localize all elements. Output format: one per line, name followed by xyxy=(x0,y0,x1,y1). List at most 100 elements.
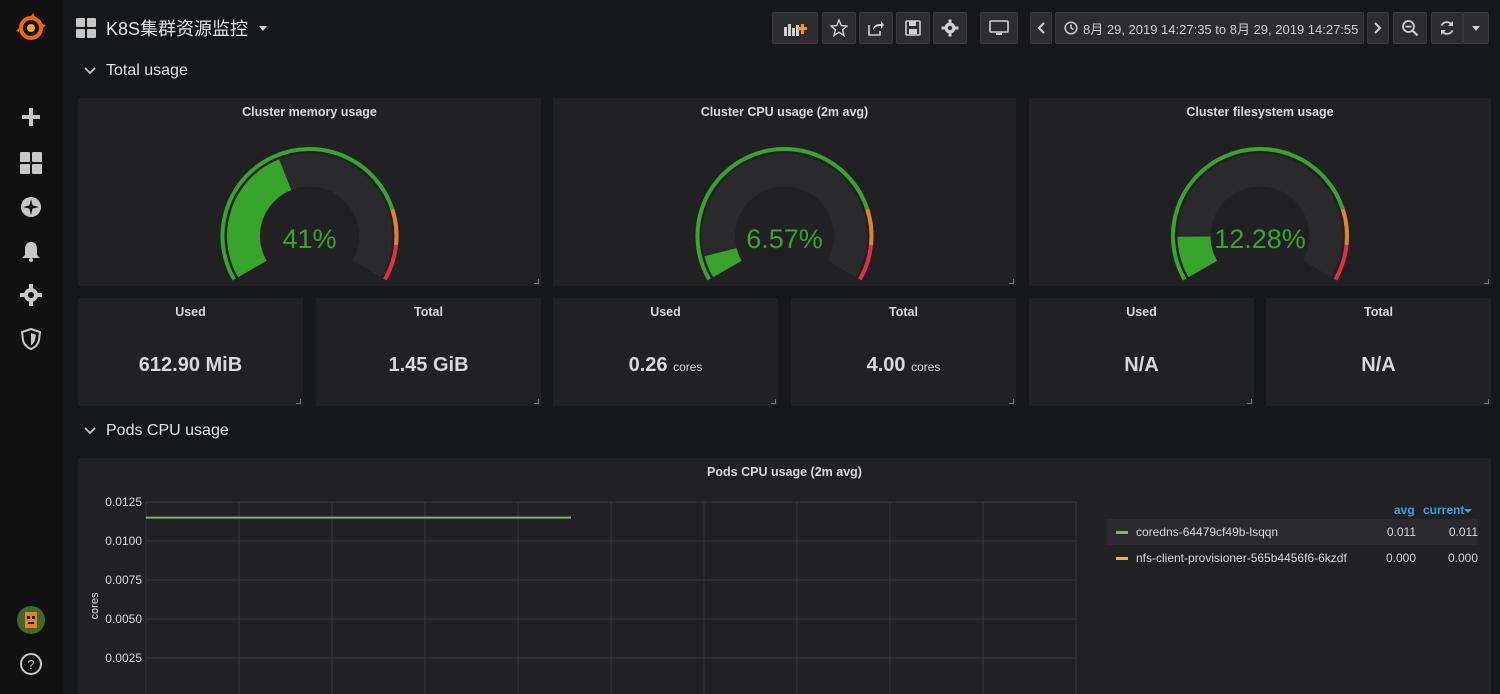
settings-button[interactable] xyxy=(933,12,967,44)
panel-memory-total[interactable]: Total 1.45 GiB xyxy=(316,298,541,406)
alerting-bell-icon[interactable] xyxy=(0,231,62,271)
time-back-button[interactable] xyxy=(1030,12,1052,44)
panel-title: Used xyxy=(650,305,681,319)
legend-swatch xyxy=(1116,530,1128,534)
gauge-value-text: 41% xyxy=(282,224,336,254)
cycle-view-mode-button[interactable] xyxy=(980,12,1018,44)
legend-header-avg[interactable]: avg xyxy=(1394,503,1415,517)
gauge-threshold-orange xyxy=(1340,208,1349,246)
resize-handle[interactable] xyxy=(534,279,539,284)
legend-avg-value: 0.000 xyxy=(1385,551,1416,565)
resize-handle[interactable] xyxy=(534,399,539,404)
sort-caret-down-icon xyxy=(1464,509,1473,513)
chevron-right-icon xyxy=(1374,22,1382,34)
gauge-value-arc xyxy=(704,247,742,278)
row-pods-cpu-usage[interactable]: Pods CPU usage xyxy=(84,422,229,440)
dashboard-navbar: K8S集群资源监控 8月 29, 2019 14:27:35 to 8月 29,… xyxy=(62,0,1500,56)
svg-text:?: ? xyxy=(27,657,34,672)
stat-value: 0.26 cores xyxy=(553,354,778,377)
clock-icon xyxy=(1064,21,1078,35)
create-plus-icon[interactable] xyxy=(0,97,62,137)
panel-cpu-used[interactable]: Used 0.26 cores xyxy=(553,298,778,406)
user-avatar[interactable] xyxy=(0,600,62,640)
panel-pods-cpu-usage-graph[interactable]: Pods CPU usage (2m avg) 0.0125 0.0100 0.00… xyxy=(78,458,1491,694)
resize-handle[interactable] xyxy=(771,399,776,404)
gauge-cpu: 6.57% xyxy=(695,147,874,281)
add-panel-icon xyxy=(784,24,807,36)
panel-title: Used xyxy=(1126,305,1157,319)
y-tick-label: 0.0100 xyxy=(105,534,142,548)
legend-header-current-label: current xyxy=(1423,503,1465,517)
stat-number: 612.90 MiB xyxy=(138,354,243,376)
gauge-value-text: 12.28% xyxy=(1214,224,1306,254)
legend-series-name: nfs-client-provisioner-565b4456f6-6kzdf xyxy=(1136,551,1347,565)
server-admin-shield-icon[interactable] xyxy=(0,319,62,359)
row-title-text: Pods CPU usage xyxy=(106,422,229,439)
time-range-picker[interactable]: 8月 29, 2019 14:27:35 to 8月 29, 2019 14:2… xyxy=(1055,12,1364,44)
legend-item[interactable]: nfs-client-provisioner-565b4456f6-6kzdf … xyxy=(1106,545,1478,571)
panel-title: Used xyxy=(175,305,206,319)
panel-cluster-filesystem-usage[interactable]: Cluster filesystem usage 12.28% xyxy=(1029,98,1491,286)
dashboards-grid-icon[interactable] xyxy=(0,143,62,183)
monitor-icon xyxy=(989,20,1009,35)
panel-cluster-cpu-usage[interactable]: Cluster CPU usage (2m avg) 6.57% xyxy=(553,98,1016,286)
configuration-gear-icon[interactable] xyxy=(0,275,62,315)
legend-header-current[interactable]: current xyxy=(1423,503,1473,517)
stat-number: 0.26 xyxy=(628,354,668,376)
panel-cpu-total[interactable]: Total 4.00 cores xyxy=(791,298,1016,406)
stat-value: 1.45 GiB xyxy=(316,354,541,377)
stat-value: N/A xyxy=(1029,354,1254,377)
star-button[interactable] xyxy=(822,12,856,44)
resize-handle[interactable] xyxy=(1484,399,1489,404)
pods-cpu-graph[interactable]: 0.0125 0.0100 0.0075 0.0050 0.0025 cores xyxy=(78,458,1491,694)
stat-number: N/A xyxy=(1124,354,1159,376)
explore-compass-icon[interactable] xyxy=(0,187,62,227)
gauge-threshold-orange xyxy=(865,208,874,246)
sidebar: ? xyxy=(0,0,62,694)
row-total-usage[interactable]: Total usage xyxy=(84,62,188,80)
refresh-button[interactable] xyxy=(1431,12,1463,44)
panel-filesystem-used[interactable]: Used N/A xyxy=(1029,298,1254,406)
chevron-left-icon xyxy=(1037,22,1045,34)
star-icon xyxy=(830,19,848,37)
panel-title: Total xyxy=(1364,305,1393,319)
panel-memory-used[interactable]: Used 612.90 MiB xyxy=(78,298,303,406)
share-button[interactable] xyxy=(859,12,893,44)
save-icon xyxy=(905,20,921,36)
caret-down-icon xyxy=(259,26,268,31)
stat-number: 1.45 GiB xyxy=(388,354,469,376)
resize-handle[interactable] xyxy=(1247,399,1252,404)
legend-item[interactable]: coredns-64479cf49b-lsqqn 0.011 0.011 xyxy=(1106,519,1478,545)
refresh-icon xyxy=(1440,21,1454,35)
y-axis-label: cores xyxy=(89,592,101,619)
resize-handle[interactable] xyxy=(1009,399,1014,404)
dashboard-main: K8S集群资源监控 8月 29, 2019 14:27:35 to 8月 29,… xyxy=(62,0,1500,694)
y-tick-label: 0.0050 xyxy=(105,612,142,626)
stat-value: N/A xyxy=(1266,354,1491,377)
legend-current-value: 0.011 xyxy=(1448,525,1478,539)
dashboard-title: K8S集群资源监控 xyxy=(106,19,249,39)
resize-handle[interactable] xyxy=(296,399,301,404)
gauge-filesystem: 12.28% xyxy=(1171,147,1349,281)
panel-cluster-memory-usage[interactable]: Cluster memory usage 41% xyxy=(78,98,541,286)
dashboard-title-picker[interactable]: K8S集群资源监控 xyxy=(76,12,268,44)
caret-down-icon xyxy=(1472,26,1480,31)
grafana-logo-icon[interactable] xyxy=(0,8,62,48)
save-button[interactable] xyxy=(896,12,930,44)
y-tick-label: 0.0025 xyxy=(105,651,142,665)
dashboard-grid-icon xyxy=(76,18,96,38)
time-forward-button[interactable] xyxy=(1367,12,1389,44)
resize-handle[interactable] xyxy=(1484,279,1489,284)
stat-number: 4.00 xyxy=(866,354,906,376)
stat-value: 612.90 MiB xyxy=(78,354,303,377)
resize-handle[interactable] xyxy=(1009,279,1014,284)
stat-value: 4.00 cores xyxy=(791,354,1016,377)
stat-unit: cores xyxy=(911,360,941,374)
refresh-interval-dropdown[interactable] xyxy=(1463,12,1489,44)
zoom-out-button[interactable] xyxy=(1393,12,1427,44)
help-icon[interactable]: ? xyxy=(0,644,62,684)
gauge-threshold-orange xyxy=(390,208,399,246)
add-panel-button[interactable] xyxy=(772,12,818,44)
panel-filesystem-total[interactable]: Total N/A xyxy=(1266,298,1491,406)
share-icon xyxy=(868,21,884,36)
